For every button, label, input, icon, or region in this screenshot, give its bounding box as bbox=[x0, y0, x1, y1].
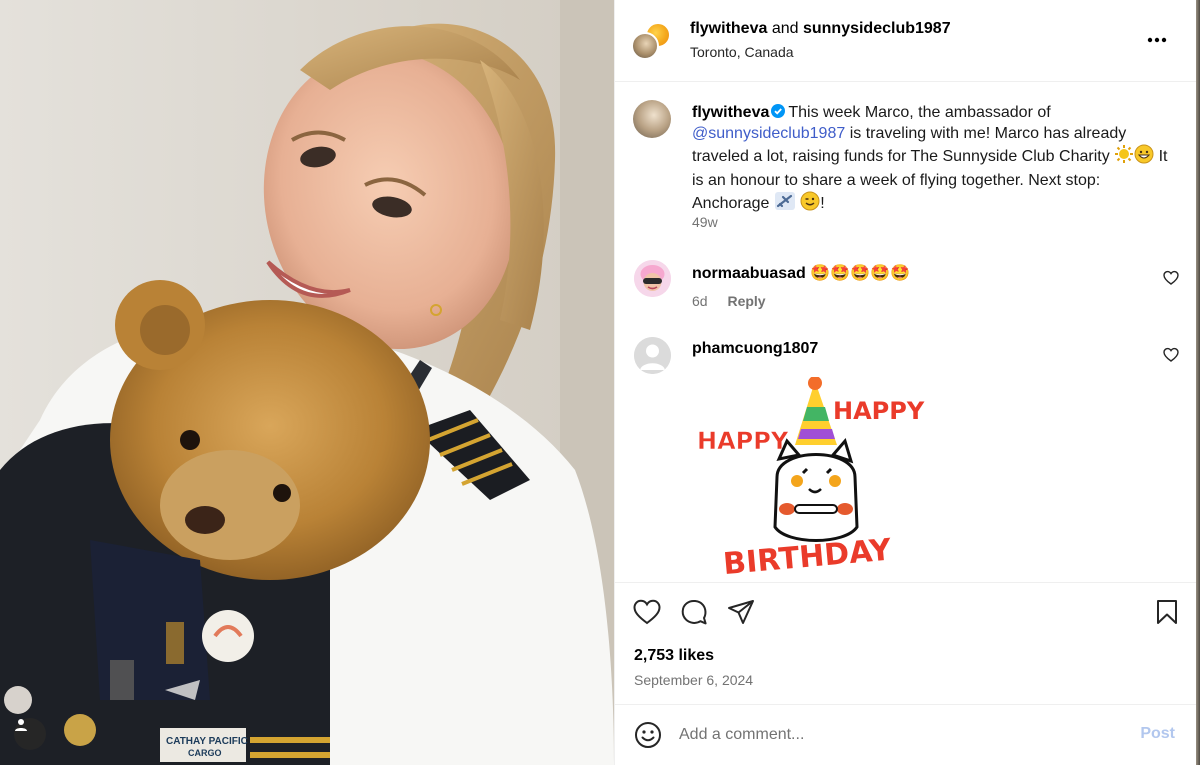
post-comment-button[interactable]: Post bbox=[1140, 725, 1175, 743]
author-username-2[interactable]: sunnysideclub1987 bbox=[803, 20, 951, 37]
like-button[interactable] bbox=[632, 597, 662, 627]
post-side-panel: flywitheva and sunnysideclub1987 Toronto… bbox=[614, 0, 1200, 765]
grin-emoji-icon bbox=[1134, 144, 1154, 170]
more-horizontal-icon bbox=[1147, 37, 1167, 43]
authors-connector: and bbox=[771, 20, 799, 37]
comment-avatar[interactable] bbox=[634, 337, 671, 374]
comment-composer: Post bbox=[615, 704, 1197, 765]
caption-username[interactable]: flywitheva bbox=[692, 104, 769, 121]
post-actions: 2,753 likes September 6, 2024 bbox=[615, 582, 1197, 704]
patch-text-1: CATHAY PACIFIC bbox=[166, 736, 248, 747]
heart-icon bbox=[633, 599, 661, 625]
post-caption: flywitheva This week Marco, the ambassad… bbox=[692, 102, 1172, 217]
comment-meta: 6d Reply bbox=[692, 293, 766, 309]
post-photo[interactable]: CATHAY PACIFIC CARGO bbox=[0, 0, 614, 765]
comment-text: 🤩🤩🤩🤩🤩 bbox=[810, 265, 910, 282]
comment-icon bbox=[681, 600, 707, 625]
avatar-flywitheva[interactable] bbox=[631, 32, 659, 60]
comment-username[interactable]: normaabuasad 🤩🤩🤩🤩🤩 bbox=[692, 263, 910, 283]
verified-badge-icon bbox=[771, 104, 786, 118]
reply-button[interactable]: Reply bbox=[727, 293, 765, 309]
comment-time[interactable]: 6d bbox=[692, 293, 708, 309]
post-header: flywitheva and sunnysideclub1987 Toronto… bbox=[615, 0, 1197, 82]
user-tag-icon[interactable] bbox=[14, 718, 46, 750]
bookmark-icon bbox=[1157, 600, 1177, 624]
comment-button[interactable] bbox=[679, 597, 709, 627]
comment-like-icon[interactable] bbox=[1163, 270, 1179, 286]
post-location[interactable]: Toronto, Canada bbox=[690, 44, 794, 60]
comment-author[interactable]: normaabuasad bbox=[692, 265, 806, 282]
comment-avatar[interactable] bbox=[634, 260, 671, 297]
likes-count[interactable]: 2,753 likes bbox=[634, 647, 714, 665]
patch-text-2: CARGO bbox=[188, 748, 222, 758]
share-button[interactable] bbox=[726, 597, 756, 627]
caption-avatar[interactable] bbox=[633, 100, 671, 138]
post-authors: flywitheva and sunnysideclub1987 bbox=[690, 20, 951, 38]
send-icon bbox=[728, 600, 754, 624]
caption-text-1: This week Marco, the ambassador of bbox=[788, 104, 1051, 121]
save-button[interactable] bbox=[1152, 597, 1182, 627]
collab-avatars[interactable] bbox=[631, 22, 675, 62]
birthday-gif[interactable]: HAPPY HAPPY BIRTHDAY bbox=[695, 377, 925, 582]
author-username-1[interactable]: flywitheva bbox=[690, 20, 767, 37]
caption-mention[interactable]: @sunnysideclub1987 bbox=[692, 125, 845, 142]
gif-text-happy-2: HAPPY bbox=[833, 397, 925, 425]
caption-text-end: ! bbox=[820, 195, 825, 212]
window-edge bbox=[1196, 0, 1200, 765]
gif-text-happy-1: HAPPY bbox=[697, 427, 789, 455]
post-date[interactable]: September 6, 2024 bbox=[634, 672, 753, 688]
wink-emoji-icon bbox=[800, 191, 820, 217]
comment-author[interactable]: phamcuong1807 bbox=[692, 340, 818, 358]
airplane-emoji-icon bbox=[774, 191, 796, 217]
comment-like-icon[interactable] bbox=[1163, 347, 1179, 363]
sun-emoji-icon bbox=[1114, 144, 1134, 170]
more-options-button[interactable] bbox=[1145, 28, 1169, 52]
emoji-picker-icon[interactable] bbox=[634, 721, 662, 749]
comments-area[interactable]: flywitheva This week Marco, the ambassad… bbox=[615, 82, 1197, 582]
caption-timestamp[interactable]: 49w bbox=[692, 214, 718, 230]
photo-illustration: CATHAY PACIFIC CARGO bbox=[0, 0, 614, 765]
comment-input[interactable] bbox=[679, 723, 1119, 747]
